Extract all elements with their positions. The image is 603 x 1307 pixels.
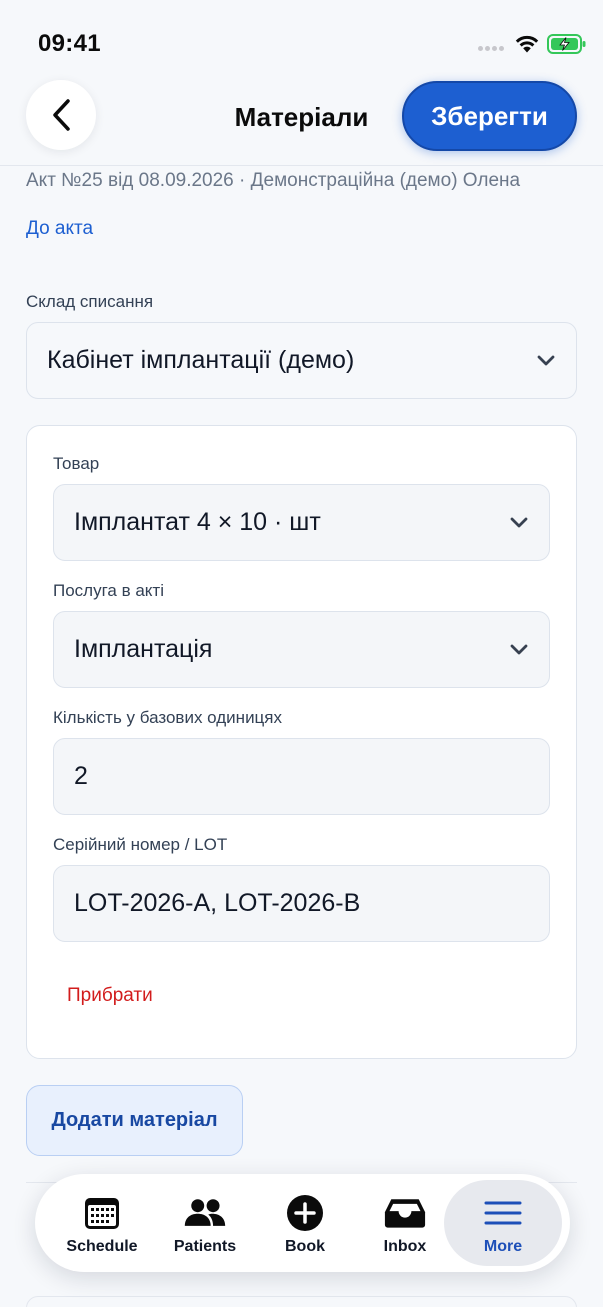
quantity-input[interactable]: 2 [53, 738, 550, 815]
inbox-icon [384, 1199, 426, 1228]
back-to-act-link[interactable]: До акта [26, 218, 93, 240]
tab-patients[interactable]: Patients [155, 1180, 255, 1266]
tab-label: Inbox [383, 1238, 427, 1255]
tab-schedule[interactable]: Schedule [52, 1180, 152, 1266]
tab-bar: Schedule Patients Book Inbox More [35, 1174, 570, 1272]
chevron-down-icon [510, 517, 528, 527]
save-button[interactable]: Зберегти [402, 81, 577, 151]
wifi-icon [515, 35, 539, 53]
quantity-value: 2 [74, 762, 88, 790]
serial-value: LOT-2026-A, LOT-2026-B [74, 889, 361, 917]
serial-input[interactable]: LOT-2026-A, LOT-2026-B [53, 865, 550, 942]
status-bar: 09:41 [0, 0, 603, 80]
chevron-down-icon [537, 355, 555, 365]
tab-label: Patients [173, 1238, 237, 1255]
product-label: Товар [53, 454, 100, 473]
tab-more[interactable]: More [444, 1180, 562, 1266]
act-subtitle: Акт №25 від 08.09.2026 · Демонстраційна … [26, 170, 521, 191]
serial-label: Серійний номер / LOT [53, 835, 228, 854]
chevron-down-icon [510, 644, 528, 654]
add-material-button[interactable]: Додати матеріал [26, 1085, 243, 1156]
chevron-left-icon [53, 99, 70, 131]
tab-label: Schedule [66, 1238, 138, 1255]
service-label: Послуга в акті [53, 581, 164, 600]
tab-label: More [483, 1238, 523, 1255]
battery-charging-icon [547, 34, 586, 54]
menu-icon [484, 1201, 522, 1225]
status-time: 09:41 [38, 30, 101, 57]
next-section-box [26, 1296, 577, 1307]
calendar-icon [85, 1198, 119, 1229]
warehouse-select[interactable]: Кабінет імплантації (демо) [26, 322, 577, 399]
warehouse-label: Склад списання [26, 292, 154, 311]
product-select[interactable]: Імплантат 4 × 10 · шт [53, 484, 550, 561]
quantity-label: Кількість у базових одиницях [53, 708, 283, 727]
back-button[interactable] [26, 80, 96, 150]
header: Матеріали Зберегти [0, 78, 603, 166]
service-select[interactable]: Імплантація [53, 611, 550, 688]
plus-circle-icon [287, 1195, 323, 1231]
warehouse-value: Кабінет імплантації (демо) [47, 346, 355, 374]
tab-book[interactable]: Book [255, 1180, 355, 1266]
people-icon [184, 1199, 226, 1226]
tab-inbox[interactable]: Inbox [355, 1180, 455, 1266]
tab-label: Book [285, 1238, 325, 1255]
remove-material-button[interactable]: Прибрати [67, 985, 153, 1007]
cellular-signal-icon [478, 46, 506, 52]
material-card: Товар Імплантат 4 × 10 · шт Послуга в ак… [26, 425, 577, 1059]
product-value: Імплантат 4 × 10 · шт [74, 508, 321, 536]
service-value: Імплантація [74, 635, 213, 663]
